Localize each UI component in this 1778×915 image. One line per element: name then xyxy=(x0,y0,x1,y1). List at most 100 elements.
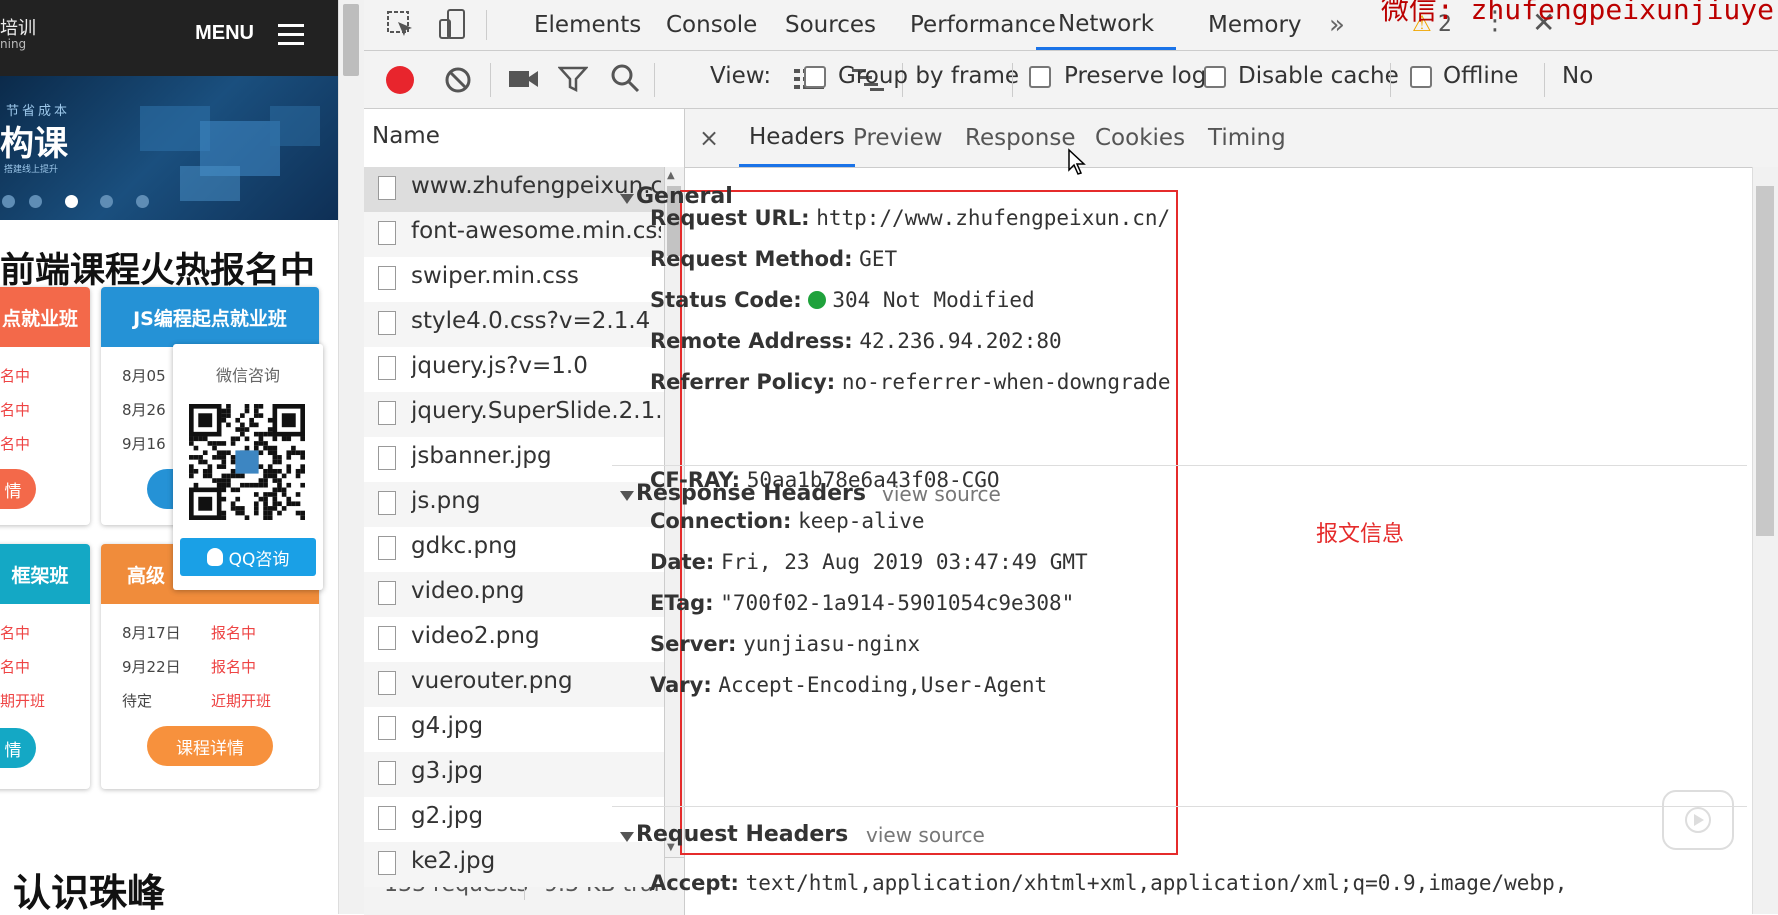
course-status: 报名中 xyxy=(211,658,257,676)
request-name: vuerouter.png xyxy=(411,668,573,694)
header-value: no-referrer-when-downgrade xyxy=(841,370,1171,394)
request-row[interactable]: jquery.SuperSlide.2.1... xyxy=(364,392,665,437)
file-icon xyxy=(378,311,396,335)
request-row[interactable]: vuerouter.png xyxy=(364,662,665,707)
file-icon xyxy=(378,491,396,515)
offline-checkbox[interactable] xyxy=(1410,66,1432,88)
file-icon xyxy=(378,446,396,470)
course-detail-button[interactable]: 情 xyxy=(0,469,36,509)
qq-consult-button[interactable]: QQ咨询 xyxy=(180,538,316,576)
tab-preview[interactable]: Preview xyxy=(853,109,943,167)
request-row[interactable]: g3.jpg xyxy=(364,752,665,797)
request-headers-view-source[interactable]: view source xyxy=(866,823,985,847)
tab-response[interactable]: Response xyxy=(965,109,1075,167)
request-row[interactable]: swiper.min.css xyxy=(364,257,665,302)
request-name: video.png xyxy=(411,578,525,604)
video-play-button[interactable] xyxy=(1662,790,1734,850)
course-detail-button[interactable]: 课程详情 xyxy=(147,726,273,766)
close-detail-icon[interactable]: × xyxy=(699,109,719,167)
request-headers-collapse-icon[interactable] xyxy=(620,832,634,842)
header-key: ETag: xyxy=(650,591,714,615)
request-row[interactable]: js.png xyxy=(364,482,665,527)
response-headers-view-source[interactable]: view source xyxy=(882,482,1001,506)
filter-icon[interactable] xyxy=(558,65,588,93)
status-ok-icon xyxy=(808,291,827,309)
course-status: 报名中 xyxy=(211,624,257,642)
group-by-frame-checkbox[interactable] xyxy=(804,66,826,88)
tab-performance[interactable]: Performance xyxy=(910,0,1056,50)
tab-console[interactable]: Console xyxy=(666,0,757,50)
request-detail-tabs: × Headers Preview Response Cookies Timin… xyxy=(685,109,1778,168)
request-row[interactable]: www.zhufengpeixun.cn xyxy=(364,167,665,212)
inspect-element-icon[interactable] xyxy=(386,10,416,40)
wechat-qr-code xyxy=(189,404,305,520)
request-name: style4.0.css?v=2.1.4 xyxy=(411,308,651,334)
course-detail-button[interactable]: 情 xyxy=(0,728,36,768)
request-name: g4.jpg xyxy=(411,713,484,739)
website-panel: 培训 ning MENU 节省成本 构课 搭建线上提升 前端课程火热报名中 点就… xyxy=(0,0,338,914)
site-scrollbar[interactable] xyxy=(338,0,365,914)
header-value: 42.236.94.202:80 xyxy=(859,329,1062,353)
request-row[interactable]: g4.jpg xyxy=(364,707,665,752)
general-collapse-icon[interactable] xyxy=(620,194,634,204)
search-icon[interactable] xyxy=(610,63,640,93)
menu-button-label[interactable]: MENU xyxy=(195,22,254,45)
site-header: 培训 ning MENU xyxy=(0,0,338,76)
header-key: Date: xyxy=(650,550,715,574)
header-row: Accept: text/html,application/xhtml+xml,… xyxy=(650,871,1567,895)
header-value: Fri, 23 Aug 2019 03:47:49 GMT xyxy=(720,550,1088,574)
more-tabs-button[interactable]: » xyxy=(1329,0,1345,50)
header-value: text/html,application/xhtml+xml,applicat… xyxy=(745,871,1568,895)
header-value: yunjiasu-nginx xyxy=(743,632,921,656)
tab-timing[interactable]: Timing xyxy=(1208,109,1286,167)
course-date: 8月05 xyxy=(122,367,166,385)
site-scrollbar-thumb[interactable] xyxy=(343,4,359,76)
request-row[interactable]: ke2.jpg xyxy=(364,842,665,887)
hamburger-menu-icon[interactable] xyxy=(274,20,308,50)
carousel-dot[interactable] xyxy=(2,195,15,208)
record-icon[interactable] xyxy=(386,66,414,94)
general-section-title[interactable]: General xyxy=(636,184,733,209)
carousel-dot[interactable] xyxy=(100,195,113,208)
response-headers-collapse-icon[interactable] xyxy=(620,491,634,501)
header-value: GET xyxy=(859,247,898,271)
header-row: Remote Address: 42.236.94.202:80 xyxy=(650,329,1062,353)
hero-banner[interactable]: 节省成本 构课 搭建线上提升 xyxy=(0,76,338,220)
devtools-tabbar: Elements Console Sources Performance Net… xyxy=(364,0,1778,51)
scroll-up-icon[interactable]: ▲ xyxy=(667,170,675,181)
request-row[interactable]: video.png xyxy=(364,572,665,617)
file-icon xyxy=(378,806,396,830)
request-row[interactable]: gdkc.png xyxy=(364,527,665,572)
request-row[interactable]: style4.0.css?v=2.1.4 xyxy=(364,302,665,347)
tab-memory[interactable]: Memory xyxy=(1208,0,1302,50)
tab-cookies[interactable]: Cookies xyxy=(1095,109,1185,167)
wechat-consult-popup: 微信咨询 QQ咨询 xyxy=(173,344,323,590)
carousel-dot[interactable] xyxy=(136,195,149,208)
course-section-title: 前端课程火热报名中 xyxy=(0,251,316,291)
request-row[interactable]: font-awesome.min.css xyxy=(364,212,665,257)
request-row[interactable]: video2.png xyxy=(364,617,665,662)
request-row[interactable]: jsbanner.jpg xyxy=(364,437,665,482)
about-section-title: 认识珠峰 xyxy=(13,871,166,914)
preserve-log-checkbox[interactable] xyxy=(1029,66,1051,88)
throttling-select[interactable]: No xyxy=(1562,63,1593,89)
tab-sources[interactable]: Sources xyxy=(785,0,876,50)
name-column-header[interactable]: Name xyxy=(364,109,685,168)
course-card: 点就业班 名中 名中 名中 情 xyxy=(0,287,90,525)
tab-network[interactable]: Network xyxy=(1036,0,1177,50)
request-headers-section-title[interactable]: Request Headers xyxy=(636,822,848,847)
tab-elements[interactable]: Elements xyxy=(534,0,641,50)
device-toolbar-icon[interactable] xyxy=(438,8,468,42)
carousel-dot-active[interactable] xyxy=(65,195,78,208)
screenshot-capture-icon[interactable] xyxy=(508,67,540,91)
file-icon xyxy=(378,176,396,200)
response-headers-section-title[interactable]: Response Headers xyxy=(636,481,866,506)
tab-headers[interactable]: Headers xyxy=(739,109,855,167)
clear-icon[interactable] xyxy=(443,65,473,95)
carousel-dot[interactable] xyxy=(29,195,42,208)
detail-scrollbar-thumb[interactable] xyxy=(1756,186,1774,536)
disable-cache-checkbox[interactable] xyxy=(1204,66,1226,88)
request-row[interactable]: jquery.js?v=1.0 xyxy=(364,347,665,392)
play-icon xyxy=(1685,807,1711,833)
file-icon xyxy=(378,401,396,425)
